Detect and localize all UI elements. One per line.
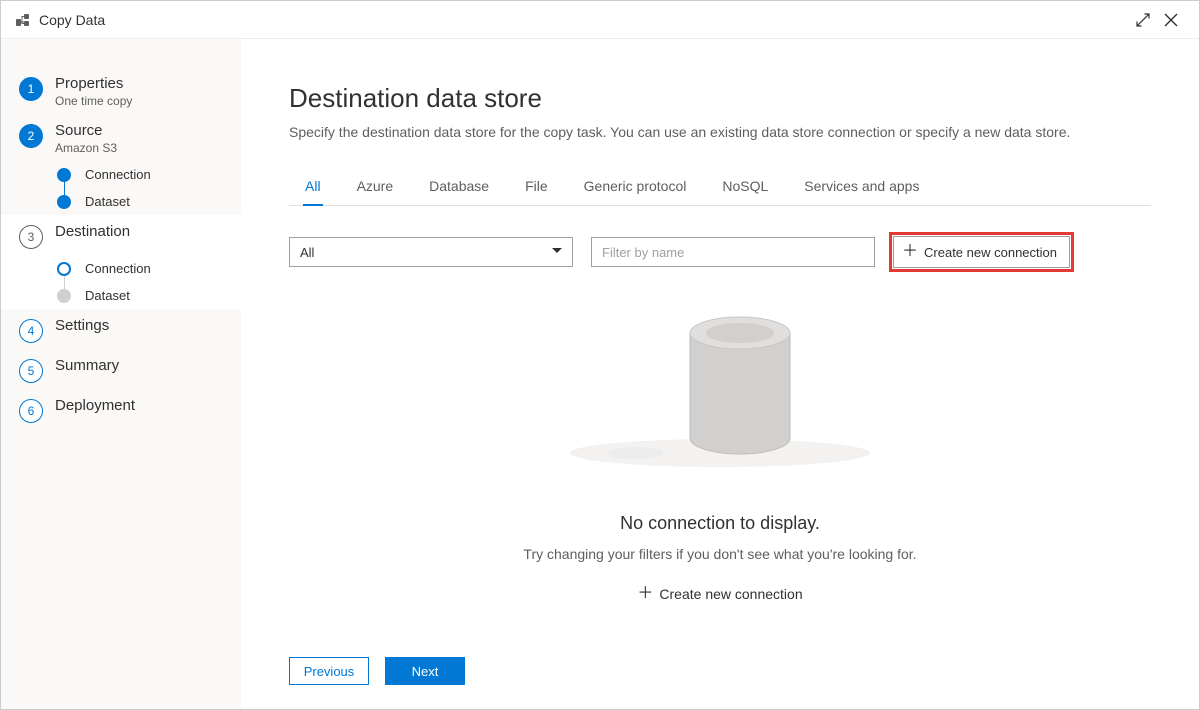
step-source[interactable]: 2 Source Amazon S3: [1, 114, 241, 161]
plus-icon: ＋: [637, 586, 653, 602]
tab-all[interactable]: All: [303, 170, 323, 206]
main-panel: Destination data store Specify the desti…: [241, 39, 1199, 709]
substep-label: Connection: [85, 261, 151, 276]
tab-azure[interactable]: Azure: [355, 170, 396, 206]
step-deployment[interactable]: 6 Deployment: [1, 389, 241, 429]
page-heading: Destination data store: [289, 83, 1151, 114]
substep-destination-dataset[interactable]: Dataset: [1, 282, 241, 309]
substep-source-dataset[interactable]: Dataset: [1, 188, 241, 215]
step-title: Destination: [55, 223, 130, 240]
step-properties[interactable]: 1 Properties One time copy: [1, 67, 241, 114]
step-title: Summary: [55, 357, 119, 374]
step-title: Deployment: [55, 397, 135, 414]
page-description: Specify the destination data store for t…: [289, 124, 1151, 140]
step-number-badge: 6: [19, 399, 43, 423]
substep-label: Dataset: [85, 194, 130, 209]
step-number-badge: 3: [19, 225, 43, 249]
empty-state-hint: Try changing your filters if you don't s…: [523, 546, 916, 562]
step-number-badge: 4: [19, 319, 43, 343]
destination-substeps: Connection Dataset: [1, 255, 241, 309]
empty-state-headline: No connection to display.: [620, 513, 820, 534]
step-number-badge: 5: [19, 359, 43, 383]
empty-state: No connection to display. Try changing y…: [289, 248, 1151, 647]
step-subtitle: Amazon S3: [55, 141, 117, 155]
step-settings[interactable]: 4 Settings: [1, 309, 241, 349]
wizard-footer: Previous Next: [289, 647, 1151, 699]
step-title: Settings: [55, 317, 109, 334]
tab-generic-protocol[interactable]: Generic protocol: [582, 170, 689, 206]
substep-label: Dataset: [85, 288, 130, 303]
source-substeps: Connection Dataset: [1, 161, 241, 215]
step-destination[interactable]: 3 Destination: [1, 215, 241, 255]
maximize-button[interactable]: [1129, 6, 1157, 34]
step-summary[interactable]: 5 Summary: [1, 349, 241, 389]
substep-label: Connection: [85, 167, 151, 182]
close-button[interactable]: [1157, 6, 1185, 34]
tab-services-and-apps[interactable]: Services and apps: [802, 170, 921, 206]
window-title: Copy Data: [39, 12, 105, 28]
tab-database[interactable]: Database: [427, 170, 491, 206]
step-title: Properties: [55, 75, 132, 92]
empty-create-new-connection-button[interactable]: ＋ Create new connection: [637, 586, 802, 602]
wizard-sidebar: 1 Properties One time copy 2 Source Amaz…: [1, 39, 241, 709]
tab-file[interactable]: File: [523, 170, 550, 206]
tab-nosql[interactable]: NoSQL: [720, 170, 770, 206]
connector-category-tabs: All Azure Database File Generic protocol…: [289, 170, 1151, 206]
step-number-badge: 2: [19, 124, 43, 148]
datastore-illustration-icon: [540, 293, 900, 483]
category-filter-select-input[interactable]: All: [289, 237, 573, 267]
empty-create-label: Create new connection: [659, 586, 802, 602]
substep-dot-icon: [57, 289, 71, 303]
substep-dot-icon: [57, 195, 71, 209]
substep-source-connection[interactable]: Connection: [1, 161, 241, 188]
substep-dot-icon: [57, 168, 71, 182]
previous-button[interactable]: Previous: [289, 657, 369, 685]
step-subtitle: One time copy: [55, 94, 132, 108]
copy-data-icon: [15, 12, 31, 28]
titlebar: Copy Data: [1, 1, 1199, 39]
step-number-badge: 1: [19, 77, 43, 101]
category-filter-select[interactable]: All: [289, 237, 573, 267]
step-title: Source: [55, 122, 117, 139]
substep-destination-connection[interactable]: Connection: [1, 255, 241, 282]
next-button[interactable]: Next: [385, 657, 465, 685]
substep-dot-icon: [57, 262, 71, 276]
